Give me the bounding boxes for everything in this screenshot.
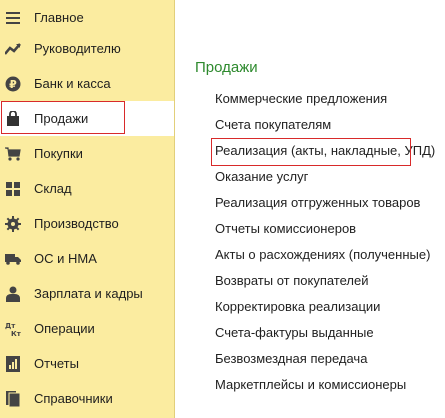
shopping-cart-icon (5, 146, 21, 162)
sidebar-item-fixed-assets[interactable]: ОС и НМА (0, 241, 174, 276)
sidebar-item-main[interactable]: Главное (0, 0, 174, 35)
svg-text:Кт: Кт (11, 330, 21, 337)
link-issued-invoices[interactable]: Счета-фактуры выданные (215, 325, 374, 340)
sidebar-item-label: Справочники (34, 391, 113, 406)
trend-chart-icon (5, 41, 21, 57)
link-shipped-goods[interactable]: Реализация отгруженных товаров (215, 195, 420, 210)
link-sales-correction[interactable]: Корректировка реализации (215, 299, 380, 314)
sidebar-item-label: Покупки (34, 146, 83, 161)
report-icon (5, 355, 21, 372)
book-icon (5, 390, 21, 407)
sidebar-item-reports[interactable]: Отчеты (0, 346, 174, 381)
link-free-transfer[interactable]: Безвозмездная передача (215, 351, 367, 366)
sidebar-item-label: Руководителю (34, 41, 121, 56)
link-sales-realization[interactable]: Реализация (акты, накладные, УПД) (215, 143, 435, 158)
sidebar-item-purchases[interactable]: Покупки (0, 136, 174, 171)
link-discrepancy-acts[interactable]: Акты о расхождениях (полученные) (215, 247, 430, 262)
svg-text:₽: ₽ (9, 78, 17, 91)
main-panel: Продажи Коммерческие предложения Счета п… (175, 0, 445, 418)
link-commissioner-reports[interactable]: Отчеты комиссионеров (215, 221, 356, 236)
sidebar-item-label: ОС и НМА (34, 251, 97, 266)
link-customer-returns[interactable]: Возвраты от покупателей (215, 273, 369, 288)
sidebar-item-bank[interactable]: ₽ Банк и касса (0, 66, 174, 101)
sidebar-item-label: Отчеты (34, 356, 79, 371)
section-title: Продажи (195, 59, 258, 76)
sidebar-item-label: Склад (34, 181, 72, 196)
sidebar-item-directories[interactable]: Справочники (0, 381, 174, 416)
sidebar-item-label: Зарплата и кадры (34, 286, 143, 301)
link-marketplaces[interactable]: Маркетплейсы и комиссионеры (215, 377, 406, 392)
link-customer-invoices[interactable]: Счета покупателям (215, 117, 331, 132)
sidebar-item-warehouse[interactable]: Склад (0, 171, 174, 206)
sidebar-item-salary[interactable]: Зарплата и кадры (0, 276, 174, 311)
shopping-bag-icon (5, 110, 21, 127)
dt-kt-icon: Дт Кт (5, 321, 21, 337)
warehouse-grid-icon (5, 181, 21, 197)
sidebar-item-production[interactable]: Производство (0, 206, 174, 241)
link-services[interactable]: Оказание услуг (215, 169, 308, 184)
link-commercial-offers[interactable]: Коммерческие предложения (215, 91, 387, 106)
sidebar-item-label: Операции (34, 321, 95, 336)
sidebar-item-sales[interactable]: Продажи (0, 101, 174, 136)
svg-text:Дт: Дт (5, 322, 16, 330)
person-icon (5, 286, 21, 302)
truck-icon (5, 251, 21, 267)
sidebar-item-label: Продажи (34, 111, 89, 126)
sidebar: Главное Руководителю ₽ Банк и касса Прод… (0, 0, 175, 418)
sidebar-item-label: Производство (34, 216, 119, 231)
ruble-coin-icon: ₽ (5, 76, 21, 92)
sidebar-item-operations[interactable]: Дт Кт Операции (0, 311, 174, 346)
menu-lines-icon (5, 10, 21, 26)
sidebar-item-label: Банк и касса (34, 76, 111, 91)
sidebar-item-label: Главное (34, 10, 84, 25)
gear-icon (5, 215, 21, 232)
sidebar-item-manager[interactable]: Руководителю (0, 31, 174, 66)
